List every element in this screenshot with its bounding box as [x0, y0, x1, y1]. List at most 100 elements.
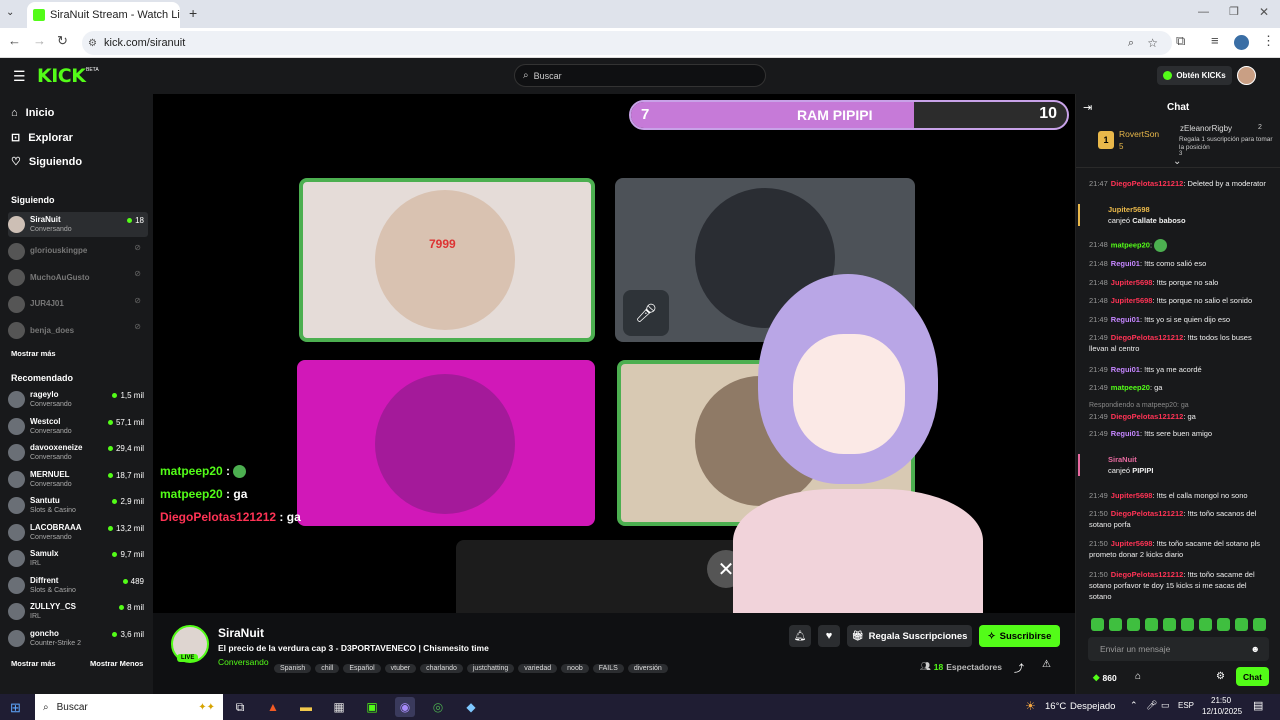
- stream-category[interactable]: Conversando: [218, 657, 269, 667]
- chat-username[interactable]: DiegoPelotas121212: [1111, 333, 1184, 342]
- chat-input[interactable]: Enviar un mensaje ☻: [1088, 637, 1269, 661]
- tab-list-icon[interactable]: ⌄: [6, 7, 14, 18]
- redeem-user[interactable]: Jupiter5698: [1108, 204, 1278, 215]
- stream-tag[interactable]: justchatting: [466, 664, 515, 673]
- follow-button[interactable]: ♥: [818, 625, 840, 647]
- stream-tag[interactable]: FAILS: [592, 664, 624, 673]
- recommended-channel[interactable]: Westcol Conversando 57,1 mil: [8, 414, 148, 439]
- show-less-link[interactable]: Mostrar Menos: [90, 659, 143, 668]
- clock-time[interactable]: 21:50: [1211, 696, 1231, 705]
- recommended-channel[interactable]: MERNUEL Conversando 18,7 mil: [8, 467, 148, 492]
- search-input[interactable]: ⌕ Buscar: [514, 64, 766, 87]
- clock-date[interactable]: 12/10/2025: [1202, 707, 1242, 716]
- tray-up-icon[interactable]: ⌃: [1130, 700, 1138, 711]
- chat-username[interactable]: Jupiter5698: [1111, 278, 1153, 287]
- following-channel[interactable]: JUR4J01 ⊘: [8, 292, 148, 317]
- chat-username[interactable]: Jupiter5698: [1111, 491, 1153, 500]
- kicks-balance[interactable]: ◆ 860: [1093, 672, 1117, 683]
- chat-settings-icon[interactable]: ⚙: [1216, 671, 1225, 682]
- browser-menu-icon[interactable]: ⋮: [1262, 34, 1275, 47]
- following-channel[interactable]: gloriouskingpe ⊘: [8, 239, 148, 264]
- collapse-chat-icon[interactable]: ⇥: [1083, 101, 1092, 114]
- taskbar-search[interactable]: ⌕ Buscar ✦✦: [35, 694, 223, 720]
- back-icon[interactable]: ←: [8, 34, 21, 47]
- new-tab-icon[interactable]: +: [189, 5, 197, 21]
- stream-tag[interactable]: variedad: [518, 664, 558, 673]
- minimize-icon[interactable]: —: [1198, 6, 1209, 18]
- chat-username[interactable]: Jupiter5698: [1111, 539, 1153, 548]
- hamburger-menu-icon[interactable]: ☰: [13, 68, 26, 85]
- recommended-channel[interactable]: rageylo Conversando 1,5 mil: [8, 387, 148, 412]
- channel-name[interactable]: SiraNuit: [218, 626, 264, 640]
- get-kicks-button[interactable]: Obtén KICKs: [1157, 66, 1232, 85]
- emote-icon[interactable]: [1217, 618, 1230, 631]
- gift-subs-button[interactable]: 🎁︎ Regala Suscripciones: [847, 625, 972, 647]
- chat-username[interactable]: Regui01: [1111, 429, 1140, 438]
- following-channel[interactable]: benja_does ⊘: [8, 318, 148, 343]
- reading-list-icon[interactable]: ≡: [1211, 34, 1219, 47]
- app-icon-2[interactable]: ▣: [362, 697, 382, 717]
- brave-app-icon[interactable]: ▲: [263, 697, 283, 717]
- recommended-channel[interactable]: davooxeneize Conversando 29,4 mil: [8, 440, 148, 465]
- emote-icon[interactable]: [1091, 618, 1104, 631]
- kick-logo[interactable]: KICK: [37, 65, 86, 87]
- nav-home[interactable]: ⌂ Inicio: [11, 107, 54, 119]
- filter-icon[interactable]: ⌄: [1173, 156, 1181, 167]
- show-more-link-2[interactable]: Mostrar más: [11, 659, 56, 668]
- emote-icon[interactable]: [1235, 618, 1248, 631]
- stream-tag[interactable]: noob: [561, 664, 589, 673]
- share-icon[interactable]: ⤴: [1014, 660, 1024, 675]
- following-channel[interactable]: MuchoAuGusto ⊘: [8, 265, 148, 290]
- language-indicator[interactable]: ESP: [1178, 701, 1194, 710]
- recommended-channel[interactable]: Diffrent Slots & Casino 489: [8, 573, 148, 598]
- close-window-icon[interactable]: ✕: [1259, 5, 1269, 19]
- emote-icon[interactable]: [1253, 618, 1266, 631]
- emote-icon[interactable]: [1181, 618, 1194, 631]
- profile-avatar[interactable]: [1234, 35, 1249, 50]
- emote-icon[interactable]: [1109, 618, 1122, 631]
- redeem-user[interactable]: SiraNuit: [1108, 454, 1278, 465]
- recommended-channel[interactable]: goncho Counter-Strike 2 3,6 mil: [8, 626, 148, 651]
- stream-tag[interactable]: vtuber: [384, 664, 417, 673]
- notifications-icon[interactable]: ▤: [1253, 699, 1263, 712]
- emote-icon[interactable]: [1127, 618, 1140, 631]
- send-chat-button[interactable]: Chat: [1236, 667, 1269, 686]
- app-icon-3-active[interactable]: ◉: [395, 697, 415, 717]
- stream-tag[interactable]: chill: [315, 664, 340, 673]
- bookmark-star-icon[interactable]: ☆: [1147, 36, 1158, 50]
- user-avatar[interactable]: [1237, 66, 1256, 85]
- emote-icon[interactable]: [1145, 618, 1158, 631]
- extensions-icon[interactable]: ⧉: [1176, 34, 1185, 47]
- chat-username[interactable]: Jupiter5698: [1111, 296, 1153, 305]
- chat-username[interactable]: Regui01: [1111, 259, 1140, 268]
- chat-username[interactable]: matpeep20: [1111, 383, 1150, 392]
- file-explorer-app-icon[interactable]: ▬: [296, 697, 316, 717]
- site-info-icon[interactable]: ⚙: [88, 38, 97, 49]
- video-player[interactable]: 7 RAM PIPIPI 10 7999 🎤︎ ✕ matpeep20 : ma…: [153, 94, 1075, 613]
- emote-icon[interactable]: [1199, 618, 1212, 631]
- notifications-button[interactable]: 🔔︎: [789, 625, 811, 647]
- chat-username[interactable]: matpeep20: [1111, 240, 1150, 249]
- browser-tab[interactable]: SiraNuit Stream - Watch Live o ✕: [27, 2, 180, 28]
- nav-explore[interactable]: ⊡ Explorar: [11, 131, 73, 145]
- app-icon-4[interactable]: ◆: [461, 697, 481, 717]
- chat-store-icon[interactable]: ⌂: [1135, 671, 1141, 682]
- recommended-channel[interactable]: Samulx IRL 9,7 mil: [8, 546, 148, 571]
- chat-username[interactable]: DiegoPelotas121212: [1111, 570, 1184, 579]
- windows-start-icon[interactable]: ⊞: [10, 700, 21, 716]
- forward-icon[interactable]: →: [33, 34, 46, 47]
- nav-following[interactable]: ♡ Siguiendo: [11, 155, 82, 169]
- following-channel[interactable]: SiraNuit Conversando 18: [8, 212, 148, 237]
- recommended-channel[interactable]: ZULLYY_CS IRL 8 mil: [8, 599, 148, 624]
- chat-username[interactable]: Regui01: [1111, 365, 1140, 374]
- stream-tag[interactable]: diversión: [627, 664, 668, 673]
- subscribe-button[interactable]: ✧ Suscribirse: [979, 625, 1060, 647]
- chat-username[interactable]: Regui01: [1111, 315, 1140, 324]
- chrome-app-icon[interactable]: ◎: [428, 697, 448, 717]
- chat-username[interactable]: DiegoPelotas121212: [1111, 179, 1184, 188]
- stream-tag[interactable]: Spanish: [274, 664, 312, 673]
- report-icon[interactable]: ⚠: [1042, 659, 1051, 670]
- chat-username[interactable]: DiegoPelotas121212: [1111, 412, 1184, 421]
- stream-tag[interactable]: charlando: [420, 664, 463, 673]
- zoom-icon[interactable]: ⌕: [1128, 37, 1134, 50]
